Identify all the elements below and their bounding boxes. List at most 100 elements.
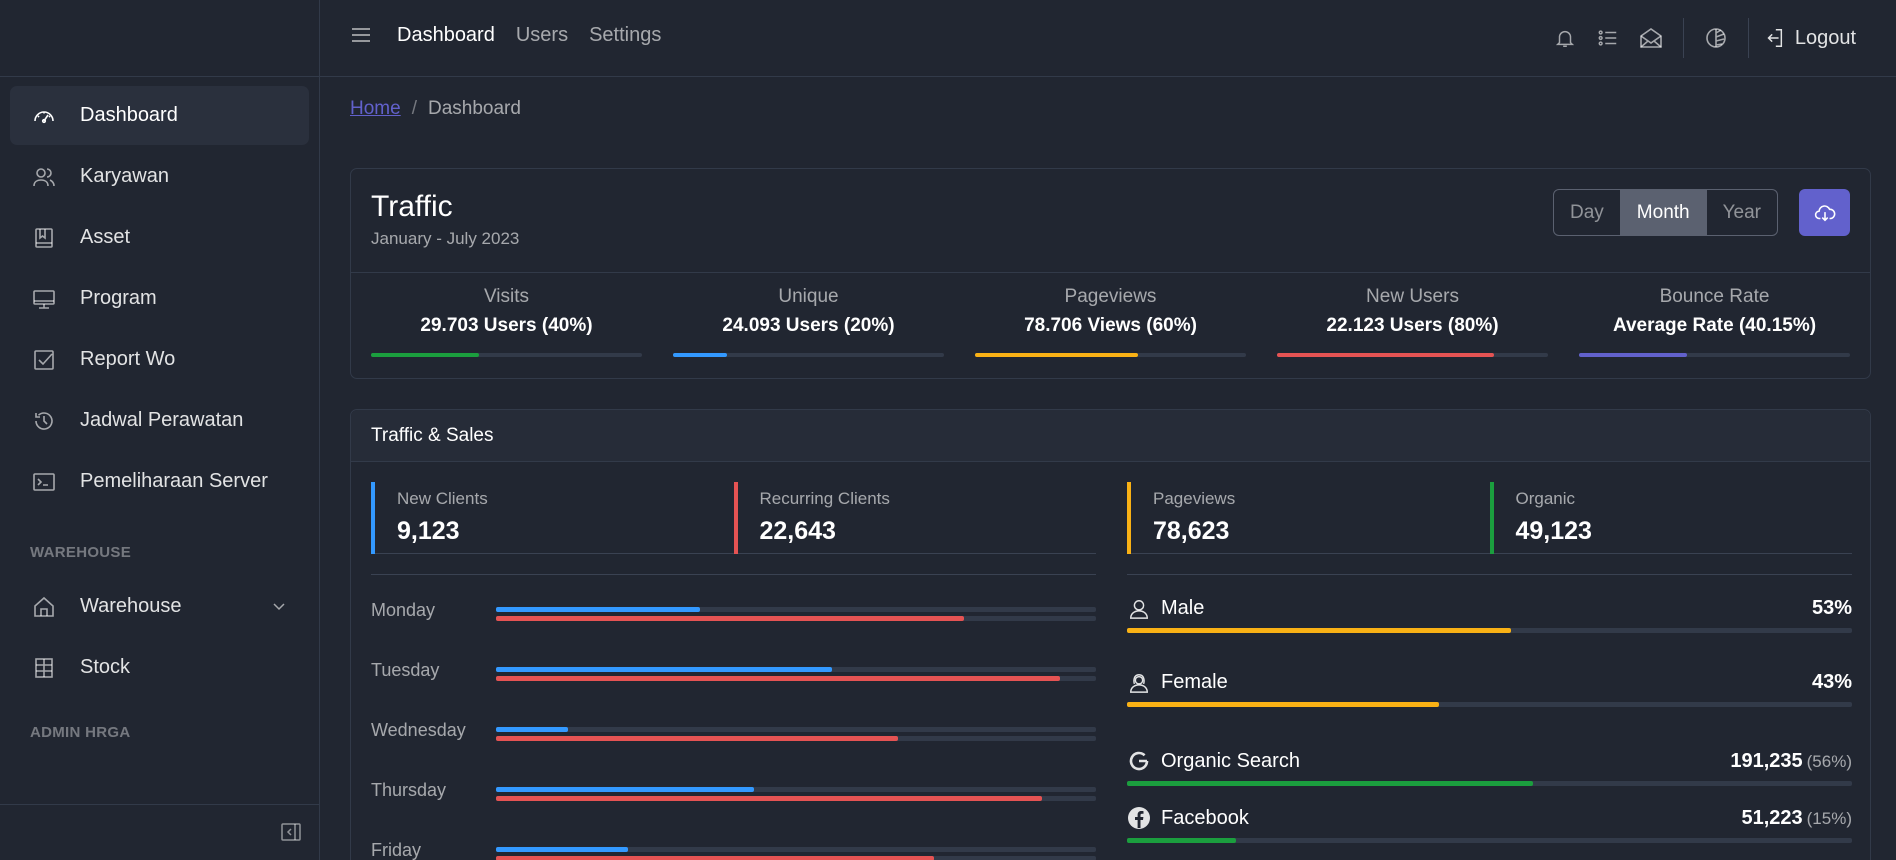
header-divider	[1682, 18, 1684, 58]
cloud-download-icon	[1814, 204, 1835, 221]
sidebar-item-label: Report Wo	[80, 348, 176, 370]
logout-button[interactable]: Logout	[1763, 27, 1856, 50]
range-year-button[interactable]: Year	[1705, 190, 1777, 235]
progress-value-number: 53%	[1811, 597, 1852, 619]
progress-label: Male	[1161, 597, 1205, 619]
chevron-down-icon	[271, 597, 287, 620]
sidebar-item-asset[interactable]: Asset	[10, 208, 309, 267]
gender-row: Female 43%	[1127, 671, 1852, 707]
progress-label: Facebook	[1161, 806, 1249, 829]
user-female-icon	[1127, 672, 1151, 694]
callout-label: Organic	[1515, 489, 1576, 508]
bell-icon[interactable]	[1547, 18, 1583, 58]
progress-label: Female	[1161, 671, 1228, 693]
callout-value: 49,123	[1515, 517, 1592, 545]
day-label: Thursday	[371, 780, 447, 800]
traffic-stat-label: Pageviews	[1064, 286, 1157, 307]
sidebar-item-label: Stock	[80, 656, 131, 678]
progress-header: Facebook 51,223 (15%)	[1127, 806, 1852, 830]
header-nav-settings[interactable]: Settings	[589, 24, 661, 47]
day-row: Tuesday	[371, 646, 1096, 706]
sidebar-item-label: Pemeliharaan Server	[80, 470, 268, 492]
progress-bar	[371, 353, 642, 357]
day-label: Friday	[371, 840, 422, 860]
recurring-clients-bar-fill	[496, 676, 1060, 681]
progress-value: 51,223 (15%)	[1741, 807, 1852, 830]
header-nav-users[interactable]: Users	[516, 24, 568, 47]
sidebar-item-stock[interactable]: Stock	[10, 638, 309, 697]
sidebar-item-label: Warehouse	[80, 595, 182, 617]
sidebar-item-karyawan[interactable]: Karyawan	[10, 147, 309, 206]
progress-bar-fill	[1277, 353, 1494, 357]
header: Dashboard Users Settings Logout	[320, 0, 1896, 77]
range-month-button[interactable]: Month	[1619, 190, 1706, 235]
traffic-sales-card: Traffic & Sales New Clients 9,123 Recurrin…	[350, 409, 1871, 860]
traffic-subtitle: January - July 2023	[371, 229, 520, 248]
home-icon	[30, 593, 58, 621]
range-button-group: Day Month Year	[1553, 189, 1778, 236]
recurring-clients-bar-fill	[496, 796, 1042, 801]
progress-value: 53%	[1812, 597, 1852, 620]
source-row: Facebook 51,223 (15%)	[1127, 806, 1852, 843]
progress-bar-fill	[371, 353, 480, 357]
list-icon[interactable]	[1590, 18, 1626, 58]
recurring-clients-bar	[496, 616, 1096, 621]
new-clients-bar	[496, 847, 1096, 852]
people-icon	[30, 163, 58, 191]
progress-value-number: 51,223	[1741, 806, 1803, 829]
recurring-clients-bar	[496, 856, 1096, 860]
day-row: Thursday	[371, 766, 1096, 826]
sidebar-nav-warehouse: Warehouse Stock	[0, 577, 319, 697]
logout-label: Logout	[1794, 26, 1856, 49]
progress-bar	[1579, 353, 1850, 357]
check-square-icon	[30, 346, 58, 374]
new-clients-bar-fill	[496, 607, 700, 612]
sidebar-item-warehouse[interactable]: Warehouse	[10, 577, 309, 636]
facebook-icon	[1127, 806, 1151, 830]
hamburger-menu-icon[interactable]	[350, 24, 372, 51]
new-clients-bar	[496, 667, 1096, 672]
sidebar-item-program[interactable]: Program	[10, 269, 309, 328]
download-button[interactable]	[1799, 189, 1850, 236]
callout-value: 78,623	[1153, 517, 1230, 545]
sidebar-item-label: Jadwal Perawatan	[80, 409, 244, 431]
speedometer-icon	[30, 102, 58, 130]
source-row: Organic Search 191,235 (56%)	[1127, 749, 1852, 786]
sidebar-item-jadwal-perawatan[interactable]: Jadwal Perawatan	[10, 391, 309, 450]
header-nav: Dashboard Users Settings	[397, 24, 661, 47]
progress-bar-fill	[673, 353, 728, 357]
sidebar-collapse-icon[interactable]	[280, 821, 302, 848]
new-clients-bar	[496, 787, 1096, 792]
traffic-stat: Pageviews 78.706 Views (60%)	[975, 273, 1246, 379]
new-clients-bar-fill	[496, 667, 832, 672]
range-day-button[interactable]: Day	[1554, 190, 1620, 235]
breadcrumb-home-link[interactable]: Home	[350, 98, 401, 120]
progress-bar-fill	[1127, 702, 1439, 707]
sidebar-brand	[0, 0, 319, 77]
envelope-open-icon[interactable]	[1633, 18, 1669, 58]
callout-label: New Clients	[397, 489, 488, 508]
day-label: Tuesday	[371, 660, 440, 680]
callout: Organic 49,123	[1489, 482, 1853, 554]
monitor-icon	[30, 285, 58, 313]
day-progress-group	[496, 847, 1096, 860]
user-icon	[1127, 598, 1151, 620]
progress-value-percent: (56%)	[1806, 751, 1852, 771]
callout-label: Recurring Clients	[759, 489, 890, 508]
nav-section-title-warehouse: WAREHOUSE	[30, 544, 132, 561]
sales-left-column: New Clients 9,123 Recurring Clients 22,643 …	[371, 482, 1096, 860]
sidebar-item-dashboard[interactable]: Dashboard	[10, 86, 309, 145]
breadcrumb-current: Dashboard	[427, 98, 521, 119]
header-nav-dashboard[interactable]: Dashboard	[397, 24, 495, 47]
progress-header: Female 43%	[1127, 671, 1852, 694]
sidebar-item-label: Dashboard	[80, 104, 178, 126]
contrast-icon[interactable]	[1698, 18, 1734, 58]
progress-bar-fill	[1127, 781, 1533, 786]
logout-icon	[1767, 29, 1782, 47]
sidebar-item-pemeliharaan-server[interactable]: Pemeliharaan Server	[10, 452, 309, 511]
breadcrumb-separator: /	[411, 98, 417, 119]
source-list: Organic Search 191,235 (56%) Facebook 51,223…	[1127, 749, 1852, 843]
traffic-stat: Visits 29.703 Users (40%)	[371, 273, 642, 379]
progress-bar	[673, 353, 944, 357]
sidebar-item-report-wo[interactable]: Report Wo	[10, 330, 309, 389]
